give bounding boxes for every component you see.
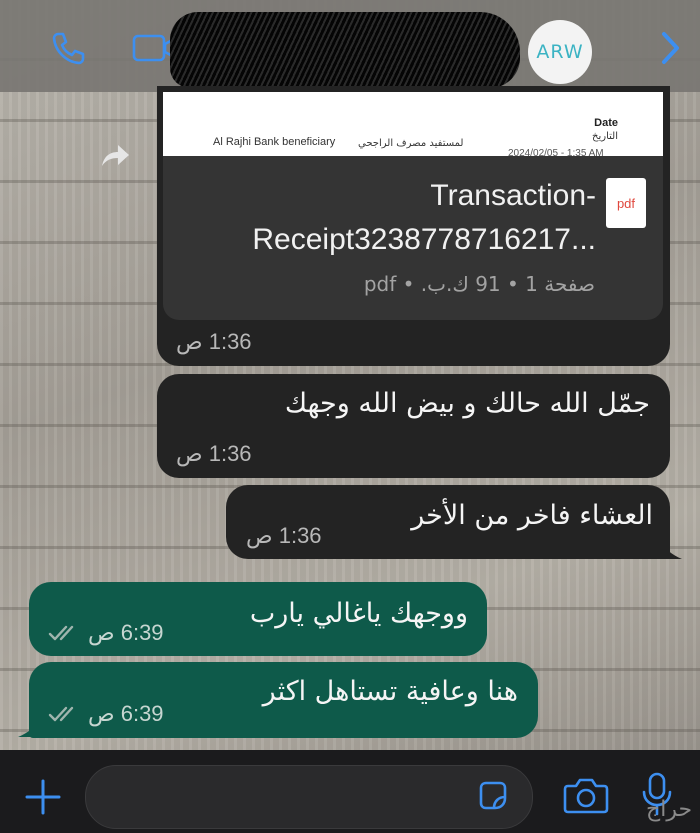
message-time: 6:39 ص (88, 701, 164, 726)
message-time: 1:36 ص (246, 523, 322, 548)
message-text: جمّل الله حالك و بيض الله وجهك (284, 388, 650, 419)
add-attachment-icon[interactable] (23, 777, 63, 817)
pdf-icon-label: pdf (616, 195, 636, 211)
forward-icon[interactable] (98, 138, 132, 172)
preview-date-value: 2024/02/05 - 1:35 AM (508, 148, 604, 156)
message-text: هنا وعافية تستاهل اكثر (262, 676, 518, 707)
preview-date-label: Date (594, 117, 618, 129)
avatar-text: ARW (536, 41, 584, 63)
document-file-name: Transaction- Receipt3238778716217... (186, 174, 596, 262)
document-preview[interactable]: Al Rajhi Bank beneficiary لمستفيد مصرف ا… (163, 92, 663, 156)
phone-icon (52, 32, 85, 65)
message-time: 1:36 ص (176, 329, 252, 354)
read-ticks-icon (48, 625, 74, 641)
preview-date-label-ar: التاريخ (592, 131, 618, 142)
message-time: 6:39 ص (88, 620, 164, 645)
bubble-tail (658, 540, 682, 559)
bubble-tail (18, 718, 42, 737)
file-name-line1: Transaction- (430, 179, 596, 212)
contact-avatar[interactable]: ARW (528, 20, 592, 84)
camera-icon[interactable] (562, 774, 610, 816)
message-text: العشاء فاخر من الأخر (411, 500, 653, 531)
forward-chevron-button[interactable] (646, 24, 694, 72)
message-input[interactable] (85, 765, 533, 829)
message-time: 1:36 ص (176, 441, 252, 466)
message-status: 6:39 ص (48, 620, 164, 646)
message-text: ووجهك ياغالي يارب (249, 598, 468, 629)
file-name-line2: Receipt3238778716217... (252, 223, 596, 256)
preview-arabic-text: لمستفيد مصرف الراجحي (358, 138, 464, 149)
redacted-contact-name (170, 12, 520, 88)
sticker-icon[interactable] (475, 778, 511, 814)
chat-header: ARW (0, 0, 700, 92)
chevron-right-icon (662, 32, 679, 64)
preview-english-text: Al Rajhi Bank beneficiary (213, 136, 336, 148)
pdf-file-icon: pdf (606, 178, 646, 228)
message-status: 6:39 ص (48, 701, 164, 727)
watermark-text: حراج (646, 797, 693, 822)
voice-call-button[interactable] (44, 24, 92, 72)
document-meta: صفحة 1 • 91 ك.ب. • pdf (363, 272, 595, 296)
read-ticks-icon (48, 706, 74, 722)
